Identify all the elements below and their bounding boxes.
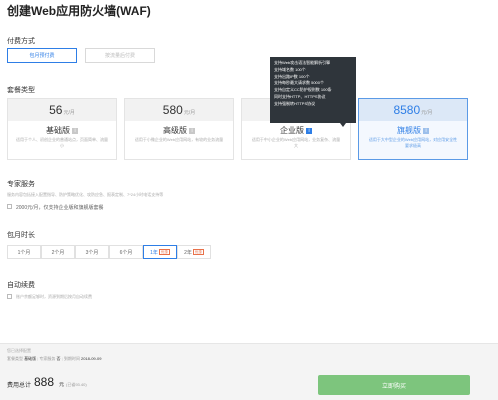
price-unit: 元/月 bbox=[63, 110, 75, 116]
tooltip-arrow bbox=[340, 123, 346, 127]
plan-desc: 适用于小微企业的Web应用网站，有较的业务流量 bbox=[134, 137, 224, 142]
divider: | bbox=[61, 356, 63, 361]
enterprise-tooltip: 支持Web攻击语法智能解析引擎 支持域名数 100个 支持出路IP数 100个 … bbox=[270, 57, 356, 123]
price-value: 8580 bbox=[393, 103, 421, 117]
duration-label: 包月时长 bbox=[7, 232, 35, 239]
summary-key: 到期时间 bbox=[63, 356, 80, 361]
buy-now-button[interactable]: 立即购买 bbox=[318, 375, 470, 395]
config-summary: 套餐类型 基础版 | 专家服务 否 | 到期时间 2018-09-09 bbox=[7, 356, 101, 362]
plan-price: 8580元/月 bbox=[359, 99, 467, 121]
plan-name: 高级版 i bbox=[125, 125, 233, 136]
expert-desc: 服务内容包括接入配置指导、防护策略优化、攻防应急、报表定制、7*24小时电话支持… bbox=[7, 192, 164, 197]
duration-2y[interactable]: 2年 优惠 bbox=[177, 245, 211, 259]
page-title: 创建Web应用防火墙(WAF) bbox=[7, 4, 151, 18]
plan-price: 580元/月 bbox=[125, 99, 233, 121]
plan-desc: 适用于中小企业的Web应用网站，业务复杂、流量大 bbox=[251, 137, 341, 148]
tooltip-line: 支持Web攻击语法智能解析引擎 bbox=[274, 60, 331, 65]
plan-card-basic[interactable]: 56元/月 基础版 i 适用于个人、初创企业的普通站点，页面简单、流量小 bbox=[7, 98, 117, 160]
summary-value: 2018-09-09 bbox=[80, 356, 102, 361]
summary-key: 专家服务 bbox=[39, 356, 56, 361]
duration-1y[interactable]: 1年 优惠 bbox=[143, 245, 177, 259]
price-value: 580 bbox=[162, 103, 183, 117]
tooltip-line: 同时支持HTTP、HTTPS协议 bbox=[274, 93, 326, 99]
tooltip-line: 支持域名数 100个 bbox=[274, 66, 306, 72]
tooltip-line: 支持强制转HTTPS协议 bbox=[274, 100, 316, 106]
plan-name: 企业版 i bbox=[242, 125, 350, 136]
plan-name-text: 旗舰版 bbox=[397, 126, 421, 135]
discount-badge: 优惠 bbox=[192, 249, 204, 255]
total-unit: 元 bbox=[59, 382, 65, 388]
price-unit: 元/月 bbox=[183, 110, 196, 116]
info-icon[interactable]: i bbox=[189, 128, 195, 134]
plan-card-advanced[interactable]: 580元/月 高级版 i 适用于小微企业的Web应用网站，有较的业务流量 bbox=[124, 98, 234, 160]
summary-key: 套餐类型 bbox=[7, 356, 23, 361]
duration-3m[interactable]: 3个月 bbox=[75, 245, 109, 259]
discount-badge: 优惠 bbox=[158, 249, 170, 255]
duration-2m[interactable]: 2个月 bbox=[41, 245, 75, 259]
plan-price: 56元/月 bbox=[8, 99, 116, 121]
plan-name: 基础版 i bbox=[8, 125, 116, 136]
total-amount: 888 bbox=[34, 375, 55, 389]
summary-value: 基础版 bbox=[24, 356, 37, 361]
plan-card-flagship[interactable]: 8580元/月 旗舰版 i 适用于大中型企业的Web应用网站，对应用安全性要求极高 bbox=[358, 98, 468, 160]
plan-name-text: 高级版 bbox=[163, 126, 187, 135]
payment-traffic-button[interactable]: 按流量后付费 bbox=[85, 48, 155, 63]
duration-1y-label: 1年 bbox=[150, 249, 158, 256]
info-icon[interactable]: i bbox=[423, 128, 429, 134]
duration-2y-label: 2年 bbox=[184, 249, 192, 256]
duration-1m[interactable]: 1个月 bbox=[7, 245, 41, 259]
plan-name-text: 基础版 bbox=[46, 126, 70, 135]
price-value: 56 bbox=[49, 103, 63, 117]
duration-6m[interactable]: 6个月 bbox=[109, 245, 143, 259]
plan-desc: 适用于大中型企业的Web应用网站，对应用安全性要求极高 bbox=[368, 137, 458, 148]
plan-name-text: 企业版 bbox=[280, 126, 304, 135]
renew-label: 自动续费 bbox=[7, 282, 35, 289]
discount-text: (已省93.40) bbox=[66, 382, 87, 387]
expert-checkbox[interactable] bbox=[7, 204, 12, 209]
expert-label: 专家服务 bbox=[7, 181, 35, 188]
package-label: 套餐类型 bbox=[7, 87, 35, 94]
expert-checkbox-label: 2000元/月，仅支持企业版和旗舰版套餐 bbox=[16, 205, 104, 211]
info-icon[interactable]: i bbox=[306, 128, 312, 134]
renew-checkbox-label: 账户余额足够时，资源到期后按月自动续费 bbox=[16, 294, 92, 299]
plan-name: 旗舰版 i bbox=[359, 125, 467, 136]
payment-label: 付费方式 bbox=[7, 38, 35, 45]
renew-checkbox[interactable] bbox=[7, 294, 12, 299]
info-icon[interactable]: i bbox=[72, 128, 78, 134]
total-label: 费用总计 bbox=[7, 383, 32, 389]
summary-value: 否 bbox=[56, 356, 61, 361]
tooltip-line: 支持自定义CC防护规则数 100条 bbox=[274, 87, 332, 93]
payment-monthly-button[interactable]: 包月预付费 bbox=[7, 48, 77, 63]
plan-desc: 适用于个人、初创企业的普通站点，页面简单、流量小 bbox=[16, 137, 108, 148]
price-unit: 元/月 bbox=[421, 110, 433, 116]
selected-config-label: 您已选择配置 bbox=[7, 348, 31, 353]
